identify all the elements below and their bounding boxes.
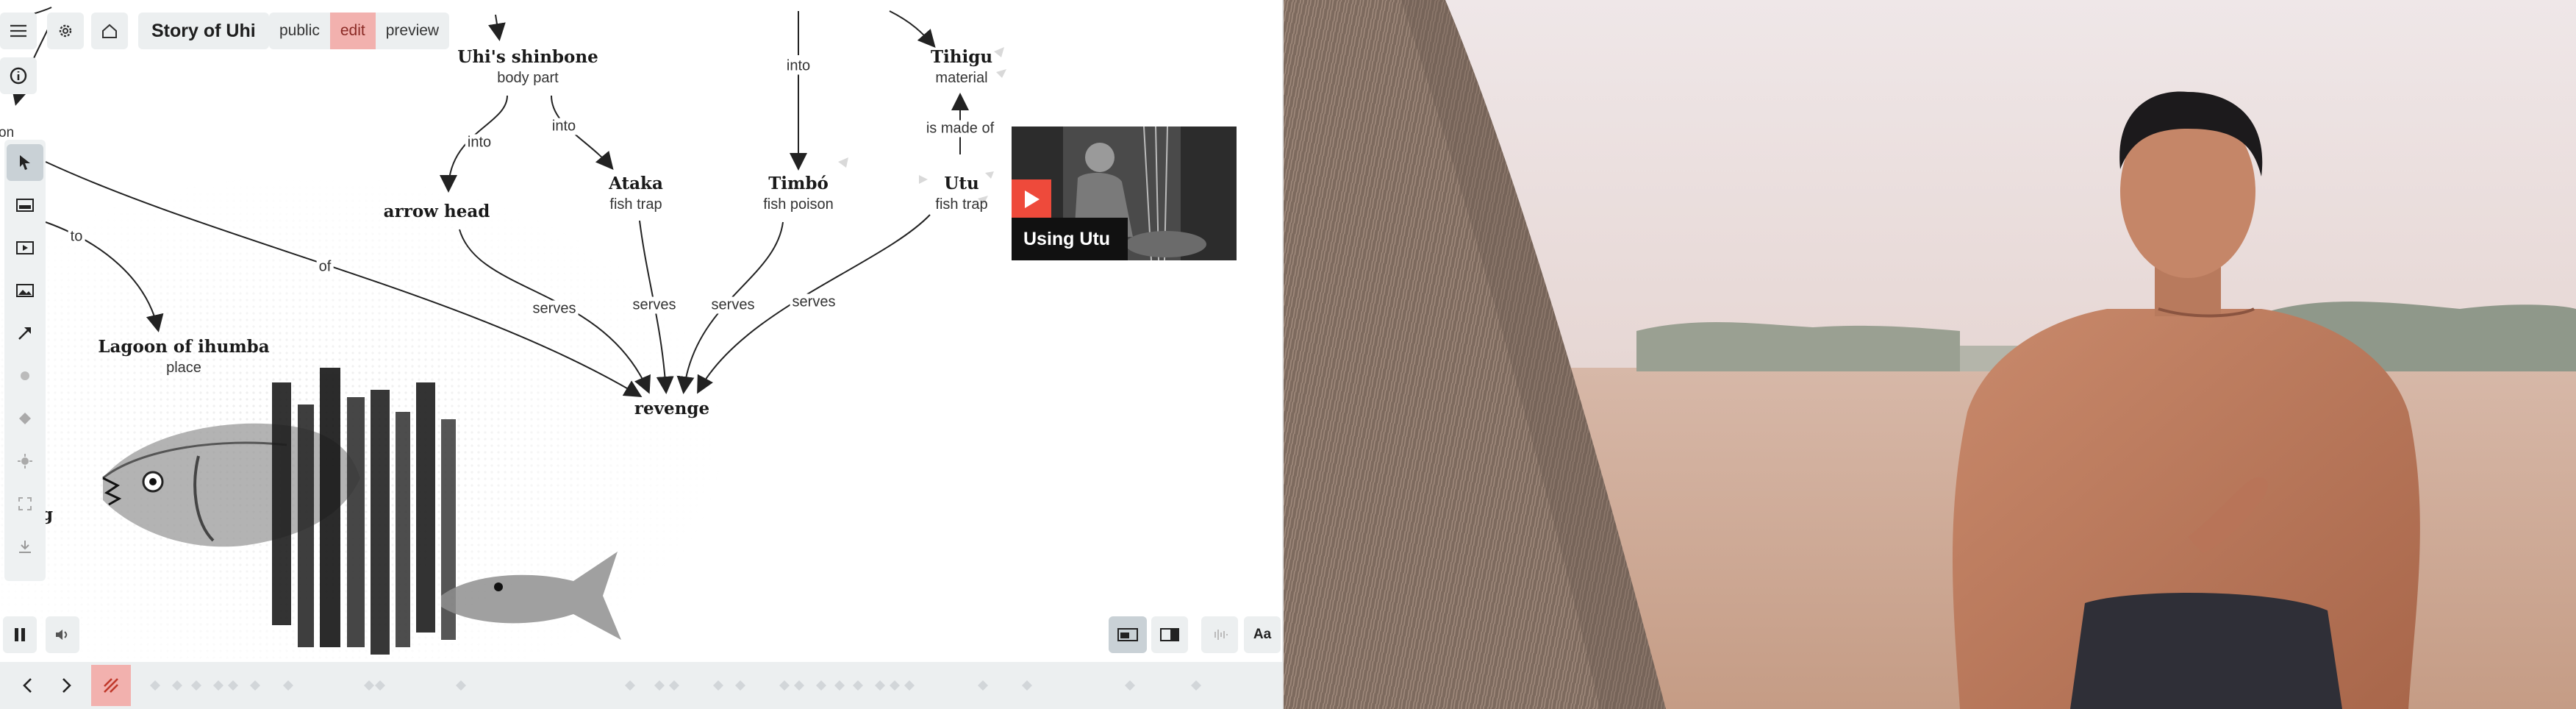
graph-edges xyxy=(11,7,1006,398)
graph-editor[interactable]: Uhi's shinbone body part Tihigu material… xyxy=(0,0,1284,709)
video-card[interactable]: Using Utu xyxy=(1012,127,1237,260)
node-lagoon-of-ihumba[interactable]: Lagoon of ihumba place xyxy=(98,337,269,377)
arrow-icon xyxy=(18,327,31,340)
info-icon xyxy=(10,67,27,85)
arrow-tool[interactable] xyxy=(7,315,43,352)
prev-button[interactable] xyxy=(9,667,46,704)
layout-overlay-button[interactable] xyxy=(1109,616,1147,653)
gear-icon xyxy=(59,24,72,38)
node-uhis-shinbone[interactable]: Uhi's shinbone body part xyxy=(457,47,598,87)
tool-palette xyxy=(4,140,46,581)
effect-tool[interactable] xyxy=(7,357,43,394)
shape-tool[interactable] xyxy=(7,400,43,437)
chevron-right-icon xyxy=(62,678,71,693)
node-title: Utu xyxy=(944,174,979,193)
node-subtitle: fish poison xyxy=(763,196,834,213)
mode-public[interactable]: public xyxy=(269,13,330,49)
timeline-icon xyxy=(104,678,118,693)
volume-button[interactable] xyxy=(46,616,79,653)
pointer-tool[interactable] xyxy=(7,144,43,181)
video-tool[interactable] xyxy=(7,229,43,266)
node-title: Tihigu xyxy=(930,47,993,67)
settings-button[interactable] xyxy=(47,13,84,49)
mode-edit[interactable]: edit xyxy=(329,13,376,49)
frame-tool[interactable] xyxy=(7,485,43,522)
edge-label-into: into xyxy=(784,57,813,75)
edge-label-into: into xyxy=(549,118,579,135)
edge-label-is-made-of: is made of xyxy=(923,120,997,138)
pause-button[interactable] xyxy=(3,616,37,653)
node-title: revenge xyxy=(634,399,710,418)
image-tool[interactable] xyxy=(7,272,43,309)
mode-switcher[interactable]: public edit preview xyxy=(269,13,450,49)
node-title: Ataka xyxy=(609,174,663,193)
edge-label-serves: serves xyxy=(709,296,757,314)
next-button[interactable] xyxy=(49,667,85,704)
home-button[interactable] xyxy=(91,13,128,49)
volume-icon xyxy=(56,630,68,640)
timeline-track[interactable] xyxy=(140,662,1272,709)
download-button[interactable] xyxy=(7,528,43,565)
info-button[interactable] xyxy=(0,57,37,94)
partial-node-label: on xyxy=(0,125,15,140)
diamond-icon xyxy=(19,413,31,424)
play-button[interactable] xyxy=(1012,179,1051,219)
node-subtitle: fish trap xyxy=(935,196,988,213)
edge-label-serves: serves xyxy=(530,300,579,318)
layout-overlay-icon xyxy=(1117,628,1138,641)
download-icon xyxy=(19,541,31,553)
edge-label-serves: serves xyxy=(630,296,679,314)
layout-split-button[interactable] xyxy=(1151,616,1188,653)
node-timbo[interactable]: Timbó fish poison xyxy=(763,174,834,213)
mode-preview[interactable]: preview xyxy=(376,13,449,49)
node-title: Uhi's shinbone xyxy=(457,47,598,67)
pointer-icon xyxy=(20,155,30,170)
home-icon xyxy=(102,24,117,38)
frame-icon xyxy=(18,497,32,510)
node-arrow-head[interactable]: arrow head xyxy=(384,202,490,221)
video-caption: Using Utu xyxy=(1012,218,1128,260)
edge-label-serves: serves xyxy=(790,293,838,311)
node-utu[interactable]: Utu fish trap xyxy=(935,174,987,213)
audio-wave-button[interactable] xyxy=(1201,616,1238,653)
timeline-bar xyxy=(0,662,1282,709)
node-subtitle: body part xyxy=(497,70,559,86)
edge-label-into: into xyxy=(465,134,494,152)
edge-label-of: of xyxy=(316,258,334,276)
menu-button[interactable] xyxy=(0,13,37,49)
node-subtitle: place xyxy=(166,360,201,376)
sparkle-icon xyxy=(21,371,29,380)
video-frame xyxy=(1284,0,2576,709)
node-title: arrow head xyxy=(383,202,490,221)
node-title: Lagoon of ihumba xyxy=(98,337,270,357)
play-icon xyxy=(1025,190,1040,208)
story-title[interactable]: Story of Uhi xyxy=(138,13,269,49)
node-tihigu[interactable]: Tihigu material xyxy=(931,47,992,87)
node-subtitle: fish trap xyxy=(609,196,662,213)
card-icon xyxy=(16,199,34,212)
light-tool[interactable] xyxy=(7,443,43,480)
menu-icon xyxy=(10,24,26,38)
node-title: Timbó xyxy=(768,174,829,193)
waveform-icon xyxy=(1214,630,1228,640)
edge-label-to: to xyxy=(68,228,85,246)
node-subtitle: material xyxy=(935,70,988,86)
timeline-playhead-button[interactable] xyxy=(91,665,131,706)
video-player[interactable] xyxy=(1284,0,2576,709)
pause-icon xyxy=(15,628,25,641)
text-size-button[interactable]: Aa xyxy=(1244,616,1281,653)
node-revenge[interactable]: revenge xyxy=(634,399,709,418)
card-tool[interactable] xyxy=(7,187,43,224)
video-icon xyxy=(16,241,34,254)
node-ataka[interactable]: Ataka fish trap xyxy=(609,174,663,213)
image-icon xyxy=(16,284,34,297)
sun-icon xyxy=(18,454,32,468)
chevron-left-icon xyxy=(23,678,32,693)
layout-split-icon xyxy=(1160,628,1179,641)
